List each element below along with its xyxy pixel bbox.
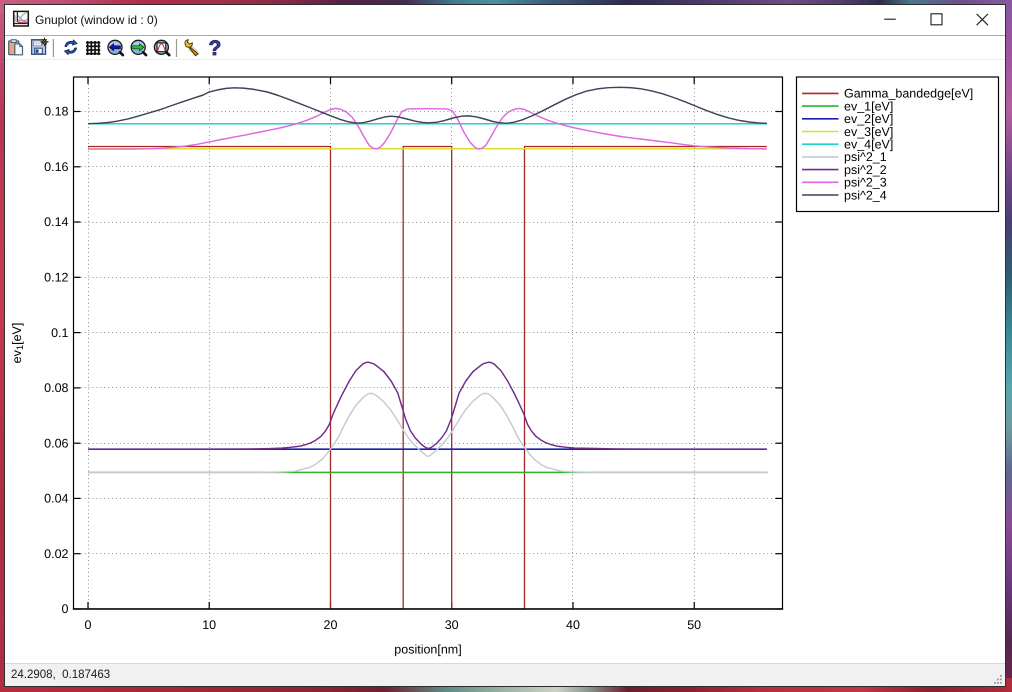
svg-text:psi^2_4: psi^2_4	[844, 188, 887, 202]
svg-text:?: ?	[209, 37, 222, 60]
svg-text:0.12: 0.12	[44, 271, 68, 285]
svg-text:0.02: 0.02	[44, 547, 68, 561]
svg-text:40: 40	[566, 618, 580, 632]
svg-text:20: 20	[324, 618, 338, 632]
svg-text:0.08: 0.08	[44, 381, 68, 395]
svg-text:0.16: 0.16	[44, 160, 68, 174]
svg-text:0.14: 0.14	[44, 215, 68, 229]
svg-text:position[nm]: position[nm]	[394, 643, 461, 657]
svg-text:30: 30	[445, 618, 459, 632]
svg-text:0.18: 0.18	[44, 105, 68, 119]
svg-text:0.06: 0.06	[44, 436, 68, 450]
svg-text:0.04: 0.04	[44, 492, 68, 506]
svg-text:10: 10	[202, 618, 216, 632]
svg-text:0: 0	[85, 618, 92, 632]
svg-text:0: 0	[62, 602, 69, 616]
svg-text:50: 50	[687, 618, 701, 632]
svg-text:0.1: 0.1	[51, 326, 68, 340]
svg-text:ev1[eV]: ev1[eV]	[10, 323, 26, 364]
